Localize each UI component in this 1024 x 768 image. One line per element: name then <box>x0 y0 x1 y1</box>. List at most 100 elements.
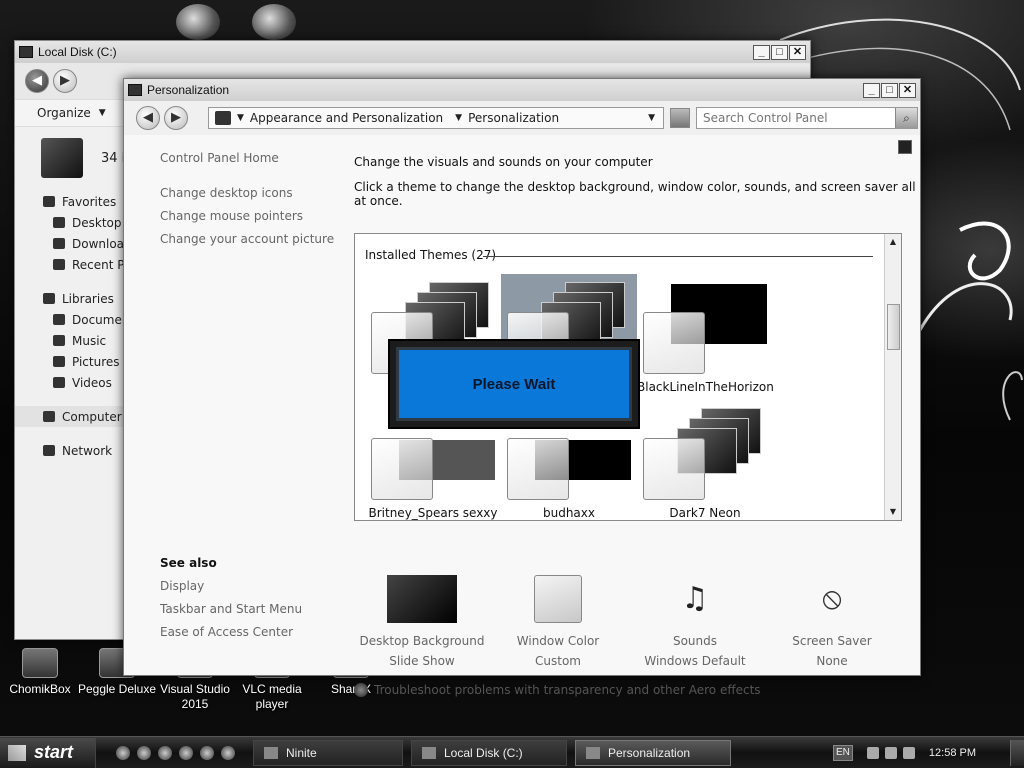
troubleshoot-icon <box>354 683 368 697</box>
sounds-icon: ♫ <box>681 581 709 616</box>
minimize-button[interactable]: _ <box>863 82 880 98</box>
chomikbox-icon <box>22 648 58 678</box>
taskbar-start-menu-link[interactable]: Taskbar and Start Menu <box>160 602 302 616</box>
taskbar-button-local-disk[interactable]: Local Disk (C:) <box>411 739 567 766</box>
nav-network[interactable]: Network <box>15 440 125 461</box>
minimize-button[interactable]: _ <box>753 44 770 60</box>
theme-item[interactable]: Dark7 Neon <box>637 400 773 520</box>
documents-icon <box>53 314 65 325</box>
address-bar[interactable]: ▼ Appearance and Personalization ▼ Perso… <box>208 107 664 129</box>
personalization-window: Personalization _ □ ✕ ◀ ▶ ▼ Appearance a… <box>123 78 921 697</box>
tray-icon[interactable] <box>866 746 879 759</box>
ease-of-access-link[interactable]: Ease of Access Center <box>160 625 293 639</box>
please-wait-dialog: Please Wait <box>388 339 640 429</box>
window-title: Personalization <box>147 83 230 97</box>
search-icon[interactable]: ⌕ <box>895 108 917 128</box>
volume-icon[interactable] <box>902 746 915 759</box>
scroll-thumb[interactable] <box>887 304 900 350</box>
quick-launch-icon[interactable] <box>137 745 151 760</box>
quick-launch-icon[interactable] <box>158 745 172 760</box>
taskbar-button-personalization[interactable]: Personalization <box>575 739 731 766</box>
show-desktop-button[interactable] <box>1010 739 1024 766</box>
desktop-top-icon[interactable] <box>252 4 296 40</box>
scroll-down-icon[interactable]: ▼ <box>885 504 901 520</box>
language-indicator[interactable]: EN <box>832 744 853 761</box>
maximize-button[interactable]: □ <box>771 44 788 60</box>
breadcrumb-arrow-icon[interactable]: ▼ <box>455 113 462 123</box>
display-link[interactable]: Display <box>160 579 204 593</box>
see-also-heading: See also <box>160 556 217 570</box>
nav-music[interactable]: Music <box>15 330 125 351</box>
nav-documents[interactable]: Documer <box>15 309 125 330</box>
window-title: Local Disk (C:) <box>38 45 117 59</box>
start-button[interactable]: start <box>0 737 96 768</box>
local-disk-titlebar[interactable]: Local Disk (C:) _ □ ✕ <box>15 41 810 63</box>
window-color-item[interactable]: Window Color Custom <box>488 575 628 671</box>
window-color-swatch <box>643 438 705 500</box>
taskbar: start Ninite Local Disk (C:) Personaliza… <box>0 736 1024 768</box>
organize-button[interactable]: Organize <box>37 106 91 120</box>
address-dropdown-icon[interactable]: ▼ <box>648 113 655 123</box>
change-account-picture-link[interactable]: Change your account picture <box>160 232 334 246</box>
nav-favorites[interactable]: Favorites <box>15 191 125 212</box>
close-button[interactable]: ✕ <box>789 44 806 60</box>
desktop-background-icon <box>387 575 457 623</box>
desktop-icon-chomikbox[interactable]: ChomikBox <box>0 648 80 697</box>
music-icon <box>53 335 65 346</box>
control-panel-home-link[interactable]: Control Panel Home <box>160 151 279 165</box>
navigation-pane: Favorites Desktop Downloa Recent Pl Libr… <box>15 191 125 461</box>
themes-scrollbar[interactable]: ▲ ▼ <box>884 234 901 520</box>
change-mouse-pointers-link[interactable]: Change mouse pointers <box>160 209 303 223</box>
maximize-button[interactable]: □ <box>881 82 898 98</box>
desktop-background-item[interactable]: Desktop Background Slide Show <box>352 575 492 671</box>
theme-name: Britney_Spears sexxy <box>368 506 498 520</box>
nav-downloads[interactable]: Downloa <box>15 233 125 254</box>
organize-dropdown-icon[interactable]: ▼ <box>99 108 106 118</box>
window-color-swatch <box>507 438 569 500</box>
clock[interactable]: 12:58 PM <box>929 747 976 759</box>
quick-launch-icon[interactable] <box>116 745 130 760</box>
address-row: ◀ ▶ ▼ Appearance and Personalization ▼ P… <box>124 101 920 135</box>
breadcrumb-appearance[interactable]: Appearance and Personalization <box>250 111 443 125</box>
refresh-button[interactable] <box>670 108 690 128</box>
ninite-icon <box>264 746 278 759</box>
theme-name: Dark7 Neon <box>669 506 741 520</box>
change-desktop-icons-link[interactable]: Change desktop icons <box>160 186 293 200</box>
nav-desktop[interactable]: Desktop <box>15 212 125 233</box>
nav-videos[interactable]: Videos <box>15 372 125 393</box>
scroll-up-icon[interactable]: ▲ <box>885 234 901 250</box>
nav-pictures[interactable]: Pictures <box>15 351 125 372</box>
screen-saver-icon: ⦸ <box>822 581 842 616</box>
personalization-titlebar[interactable]: Personalization _ □ ✕ <box>124 79 920 101</box>
nav-computer[interactable]: Computer <box>15 406 125 427</box>
forward-button[interactable]: ▶ <box>164 106 188 130</box>
quick-launch-icon[interactable] <box>200 745 214 760</box>
please-wait-text: Please Wait <box>396 347 632 421</box>
breadcrumb-personalization[interactable]: Personalization <box>468 111 559 125</box>
windows-logo-icon <box>8 744 26 761</box>
close-button[interactable]: ✕ <box>899 82 916 98</box>
tray-icon[interactable] <box>884 746 897 759</box>
back-button[interactable]: ◀ <box>25 69 49 93</box>
back-button[interactable]: ◀ <box>136 106 160 130</box>
hard-drive-icon <box>41 138 83 178</box>
taskbar-button-ninite[interactable]: Ninite <box>253 739 403 766</box>
sounds-item[interactable]: ♫ Sounds Windows Default <box>625 575 765 671</box>
screen-saver-item[interactable]: ⦸ Screen Saver None <box>762 575 902 671</box>
page-subtitle: Click a theme to change the desktop back… <box>354 180 916 208</box>
help-icon[interactable] <box>898 140 912 154</box>
window-color-swatch <box>371 438 433 500</box>
quick-launch-icon[interactable] <box>179 745 193 760</box>
theme-item[interactable]: BlackLineInTheHorizon <box>637 274 774 394</box>
theme-settings-row: Desktop Background Slide Show Window Col… <box>354 575 902 668</box>
drive-icon <box>422 746 436 759</box>
quick-launch-icon[interactable] <box>221 745 235 760</box>
nav-libraries[interactable]: Libraries <box>15 288 125 309</box>
downloads-icon <box>53 238 65 249</box>
desktop-top-icon[interactable] <box>176 4 220 40</box>
search-input[interactable] <box>703 111 895 125</box>
troubleshoot-link[interactable]: Troubleshoot problems with transparency … <box>354 683 761 697</box>
breadcrumb-arrow-icon[interactable]: ▼ <box>237 113 244 123</box>
nav-recent[interactable]: Recent Pl <box>15 254 125 275</box>
forward-button[interactable]: ▶ <box>53 69 77 93</box>
